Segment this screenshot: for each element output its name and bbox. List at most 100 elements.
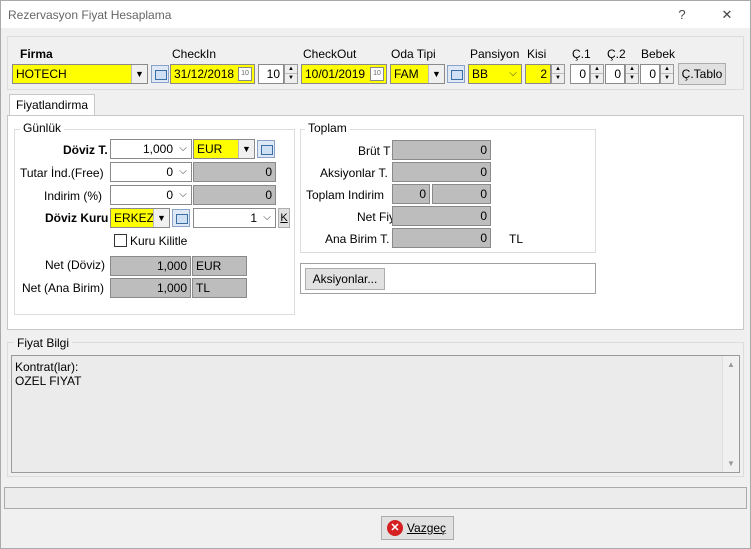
firma-label: Firma xyxy=(20,47,53,61)
fiyat-bilgi-scrollbar[interactable]: ▲ ▼ xyxy=(722,356,739,472)
oda-tipi-value: FAM xyxy=(394,67,419,81)
spin-down-icon[interactable]: ▼ xyxy=(626,74,638,83)
spin-down-icon[interactable]: ▼ xyxy=(552,74,564,83)
gunluk-title: Günlük xyxy=(20,121,65,135)
oda-tipi-lookup-icon[interactable] xyxy=(447,65,465,83)
net-fiyat-value: 0 xyxy=(392,206,491,226)
c1-spinner[interactable]: ▲ ▼ xyxy=(590,64,604,84)
doviz-lookup-icon[interactable] xyxy=(257,140,275,158)
ana-birim-currency: TL xyxy=(509,232,524,246)
spin-up-icon[interactable]: ▲ xyxy=(591,65,603,74)
cocuk-tablo-button[interactable]: Ç.Tablo xyxy=(678,63,726,85)
close-button[interactable]: ✕ xyxy=(715,5,739,25)
firma-combo[interactable]: HOTECH ▼ xyxy=(12,64,148,84)
c2-field[interactable]: 0 xyxy=(605,64,625,84)
ana-birim-value: 0 xyxy=(392,228,491,248)
pansiyon-label: Pansiyon xyxy=(470,47,520,61)
vazgec-button[interactable]: ✕ Vazgeç xyxy=(381,516,454,540)
fiyat-bilgi-line: OZEL FIYAT xyxy=(15,374,82,388)
tab-fiyatlandirma[interactable]: Fiyatlandirma xyxy=(9,94,96,116)
checkout-date-field[interactable]: 10/01/2019 10 xyxy=(301,64,387,84)
c2-label: Ç.2 xyxy=(607,47,626,61)
net-fiyat-label: Net Fiy xyxy=(357,210,396,224)
tutar-ind-combo[interactable]: 0 ⌵ xyxy=(110,162,192,182)
bebek-label: Bebek xyxy=(641,47,676,61)
aksiyonlar-t-label: Aksiyonlar T. xyxy=(320,166,388,180)
doviz-currency-combo[interactable]: EUR ▼ xyxy=(193,139,255,159)
pansiyon-combo[interactable]: BB ⌵ xyxy=(468,64,522,84)
net-ana-label: Net (Ana Birim) xyxy=(22,281,105,295)
chevron-down-icon[interactable]: ⌵ xyxy=(260,209,274,227)
toplam-indirim-value1: 0 xyxy=(392,184,430,204)
kuru-kilitle-checkbox[interactable] xyxy=(114,234,127,247)
brut-label: Brüt T xyxy=(358,144,391,158)
ana-birim-label: Ana Birim T. xyxy=(325,232,390,246)
kur-tipi-combo[interactable]: ERKEZ ▼ xyxy=(110,208,170,228)
chevron-down-icon[interactable]: ⌵ xyxy=(176,140,190,158)
net-doviz-currency: EUR xyxy=(192,256,247,276)
checkin-label: CheckIn xyxy=(172,47,217,61)
checkout-value: 10/01/2019 xyxy=(305,67,366,81)
fiyat-bilgi-title: Fiyat Bilgi xyxy=(14,336,73,350)
nights-field[interactable]: 10 xyxy=(258,64,284,84)
tutar-ind-label: Tutar İnd.(Free) xyxy=(20,166,104,180)
kisi-field[interactable]: 2 xyxy=(525,64,551,84)
scroll-down-icon[interactable]: ▼ xyxy=(727,459,735,468)
spin-up-icon[interactable]: ▲ xyxy=(661,65,673,74)
toplam-indirim-value2: 0 xyxy=(432,184,491,204)
brut-value: 0 xyxy=(392,140,491,160)
spin-up-icon[interactable]: ▲ xyxy=(285,65,297,74)
bebek-spinner[interactable]: ▲ ▼ xyxy=(660,64,674,84)
indirim-value: 0 xyxy=(166,188,173,202)
indirim-combo[interactable]: 0 ⌵ xyxy=(110,185,192,205)
bebek-field[interactable]: 0 xyxy=(640,64,660,84)
net-doviz-value: 1,000 xyxy=(110,256,191,276)
checkin-value: 31/12/2018 xyxy=(174,67,235,81)
spin-down-icon[interactable]: ▼ xyxy=(285,74,297,83)
kisi-spinner[interactable]: ▲ ▼ xyxy=(551,64,565,84)
tutar-ind-result: 0 xyxy=(193,162,276,182)
kur-tipi-value: ERKEZ xyxy=(114,211,155,225)
oda-tipi-combo[interactable]: FAM ▼ xyxy=(390,64,445,84)
c1-label: Ç.1 xyxy=(572,47,591,61)
net-ana-currency: TL xyxy=(192,278,247,298)
chevron-down-icon[interactable]: ▼ xyxy=(428,65,444,83)
calendar-icon[interactable]: 10 xyxy=(370,67,384,81)
c2-spinner[interactable]: ▲ ▼ xyxy=(625,64,639,84)
firma-lookup-icon[interactable] xyxy=(151,65,169,83)
k-button[interactable]: K xyxy=(278,208,290,228)
chevron-down-icon[interactable]: ⌵ xyxy=(176,163,190,181)
chevron-down-icon[interactable]: ▼ xyxy=(238,140,254,158)
checkin-date-field[interactable]: 31/12/2018 10 xyxy=(170,64,255,84)
spin-down-icon[interactable]: ▼ xyxy=(661,74,673,83)
title-bar: Rezervasyon Fiyat Hesaplama ? ✕ xyxy=(0,0,751,28)
toplam-indirim-label: Toplam Indirim xyxy=(306,188,385,202)
chevron-down-icon[interactable]: ⌵ xyxy=(176,186,190,204)
status-bar xyxy=(4,487,747,509)
doviz-t-label: Döviz T. xyxy=(63,143,108,157)
spin-down-icon[interactable]: ▼ xyxy=(591,74,603,83)
scroll-up-icon[interactable]: ▲ xyxy=(727,360,735,369)
cancel-icon: ✕ xyxy=(387,520,403,536)
calendar-icon[interactable]: 10 xyxy=(238,67,252,81)
doviz-kuru-combo[interactable]: 1 ⌵ xyxy=(193,208,276,228)
indirim-label: Indirim (%) xyxy=(44,189,103,203)
chevron-down-icon[interactable]: ▼ xyxy=(131,65,147,83)
chevron-down-icon[interactable]: ▼ xyxy=(153,209,169,227)
kur-lookup-icon[interactable] xyxy=(172,209,190,227)
firma-value: HOTECH xyxy=(16,67,67,81)
spin-up-icon[interactable]: ▲ xyxy=(626,65,638,74)
tutar-ind-value: 0 xyxy=(166,165,173,179)
aksiyonlar-button[interactable]: Aksiyonlar... xyxy=(305,268,385,290)
indirim-result: 0 xyxy=(193,185,276,205)
net-ana-value: 1,000 xyxy=(110,278,191,298)
help-button[interactable]: ? xyxy=(670,5,694,25)
doviz-t-combo[interactable]: 1,000 ⌵ xyxy=(110,139,192,159)
chevron-down-icon[interactable]: ⌵ xyxy=(506,65,520,83)
c1-field[interactable]: 0 xyxy=(570,64,590,84)
fiyat-bilgi-textarea[interactable]: Kontrat(lar): OZEL FIYAT xyxy=(11,355,740,473)
checkout-label: CheckOut xyxy=(303,47,357,61)
vazgec-label: Vazgeç xyxy=(406,521,447,535)
spin-up-icon[interactable]: ▲ xyxy=(552,65,564,74)
nights-spinner[interactable]: ▲ ▼ xyxy=(284,64,298,84)
